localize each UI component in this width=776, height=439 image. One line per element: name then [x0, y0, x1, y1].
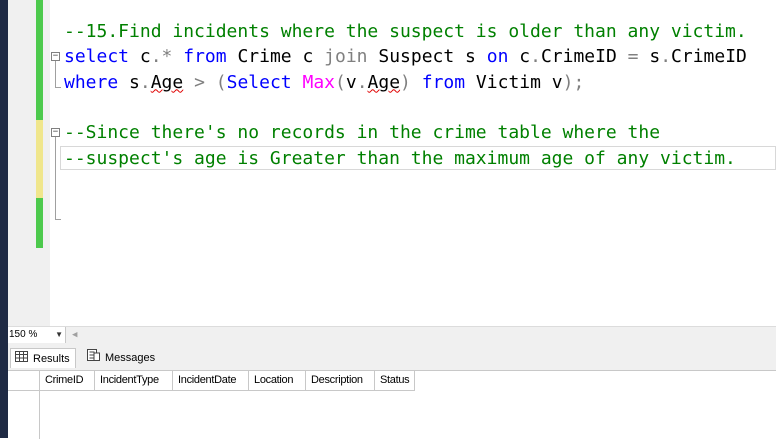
- code-line[interactable]: --suspect's age is Greater than the maxi…: [64, 146, 736, 171]
- code-token: s: [118, 71, 140, 93]
- code-token: .: [139, 71, 151, 93]
- tab-results-label: Results: [33, 353, 70, 365]
- code-token: c: [508, 46, 531, 68]
- code-token: --15.Find incidents where the suspect is…: [64, 21, 747, 42]
- tab-results[interactable]: Results: [10, 348, 76, 368]
- saved-changes-bar: [36, 0, 43, 120]
- code-line[interactable]: select c.* from Crime c join Suspect s o…: [64, 44, 747, 69]
- code-token: CrimeID: [671, 46, 747, 68]
- code-token: --suspect's age is Greater than the maxi…: [64, 147, 736, 169]
- code-line[interactable]: --Since there's no records in the crime …: [64, 120, 660, 145]
- code-token: >: [194, 71, 205, 93]
- tab-messages[interactable]: Messages: [83, 348, 160, 368]
- code-token: Victim v: [465, 71, 563, 93]
- window-left-edge: [0, 0, 8, 438]
- editor-gutter: [8, 0, 50, 326]
- code-token: (: [335, 71, 346, 93]
- column-header[interactable]: CrimeID: [40, 371, 95, 391]
- zoom-value: 150 %: [9, 329, 38, 340]
- collapse-icon[interactable]: −: [51, 52, 60, 61]
- code-token: --Since there's no records in the crime …: [64, 122, 661, 144]
- code-token: join: [324, 46, 368, 68]
- code-token: from: [421, 71, 466, 93]
- code-token: );: [562, 71, 585, 93]
- code-token: .: [530, 46, 541, 68]
- grid-icon: [15, 349, 28, 369]
- code-token: CrimeID: [540, 46, 628, 68]
- code-token: Age: [150, 71, 184, 93]
- collapse-icon[interactable]: −: [51, 128, 60, 137]
- results-tabs: Results Messages: [8, 344, 776, 370]
- code-token: =: [627, 46, 639, 68]
- code-token: s: [638, 46, 661, 68]
- code-token: Select: [226, 71, 292, 93]
- code-token: where: [64, 71, 119, 93]
- chevron-down-icon: ▼: [55, 330, 63, 339]
- column-header[interactable]: IncidentType: [95, 371, 173, 391]
- code-token: from: [183, 46, 227, 68]
- column-header[interactable]: Description: [306, 371, 375, 391]
- saved-changes-bar: [36, 198, 43, 248]
- code-token: .*: [150, 46, 173, 68]
- outline-line-end: [55, 219, 61, 220]
- code-token: Age: [367, 71, 401, 93]
- select-all-corner[interactable]: [8, 371, 40, 391]
- code-line[interactable]: --15.Find incidents where the suspect is…: [64, 19, 747, 44]
- code-token: (: [215, 71, 227, 93]
- code-token: .: [356, 71, 368, 93]
- row-header-column: [8, 391, 40, 439]
- code-line[interactable]: where s.Age > (Select Max(v.Age) from Vi…: [64, 70, 584, 95]
- editor-statusbar: 150 % ▼ ◀: [8, 326, 776, 345]
- code-token: .: [660, 46, 672, 68]
- column-header[interactable]: Location: [249, 371, 306, 391]
- zoom-dropdown[interactable]: 150 % ▼: [8, 327, 66, 343]
- outline-line: [55, 61, 56, 87]
- scroll-left-icon[interactable]: ◀: [72, 327, 77, 343]
- code-token: v: [345, 71, 357, 93]
- tab-messages-label: Messages: [105, 352, 156, 364]
- code-token: Max: [302, 71, 335, 93]
- column-header[interactable]: Status: [375, 371, 415, 391]
- unsaved-changes-bar: [36, 120, 43, 198]
- results-grid[interactable]: CrimeID IncidentType IncidentDate Locati…: [8, 370, 776, 439]
- code-token: on: [486, 46, 509, 68]
- messages-icon: [87, 348, 100, 368]
- outline-line: [55, 137, 56, 219]
- code-token: Crime c: [226, 46, 325, 68]
- grid-header-row: CrimeID IncidentType IncidentDate Locati…: [8, 371, 415, 391]
- outline-line-end: [55, 87, 61, 88]
- code-token: c: [129, 46, 151, 68]
- code-token: ): [400, 71, 411, 93]
- query-editor[interactable]: − − --15.Find incidents where the suspec…: [8, 0, 776, 326]
- column-header[interactable]: IncidentDate: [173, 371, 249, 391]
- code-token: Suspect s: [367, 46, 487, 68]
- code-token: select: [64, 46, 130, 68]
